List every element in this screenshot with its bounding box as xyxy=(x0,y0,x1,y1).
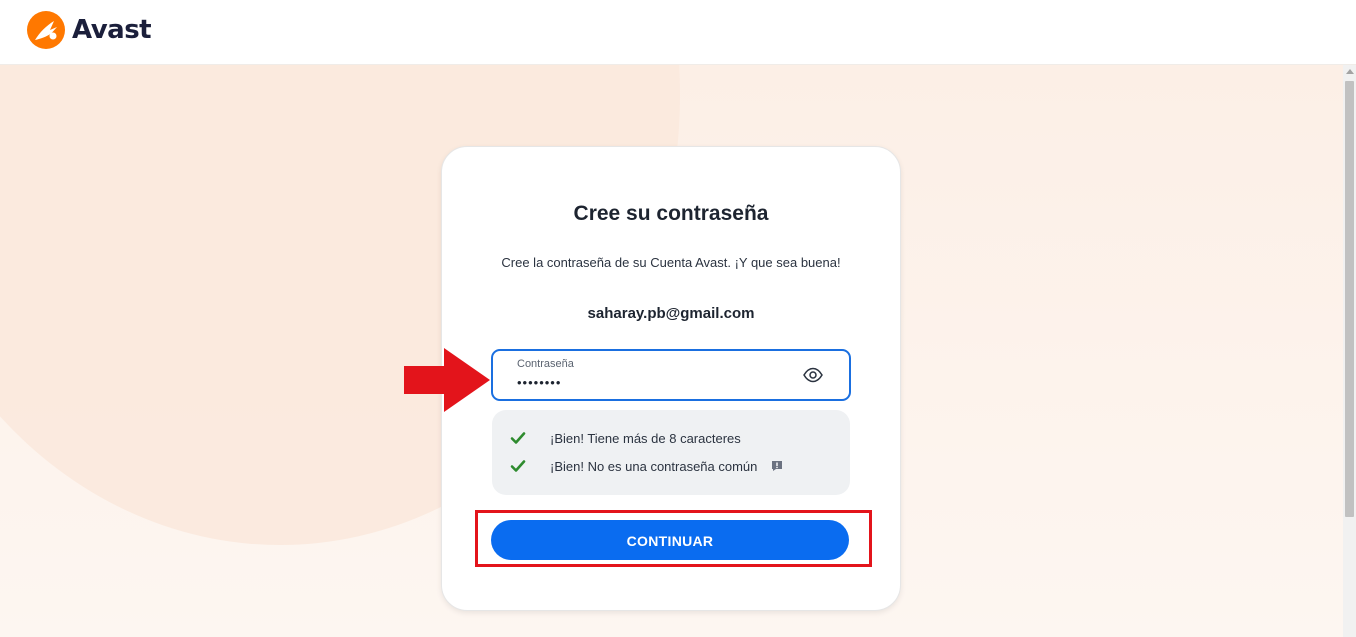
scrollbar-thumb[interactable] xyxy=(1345,81,1354,517)
brand-name: Avast xyxy=(72,15,152,45)
password-input[interactable]: •••••••• xyxy=(517,375,561,390)
password-field[interactable]: Contraseña •••••••• xyxy=(491,349,851,401)
eye-icon[interactable] xyxy=(803,367,823,383)
requirement-common-text: ¡Bien! No es una contraseña común xyxy=(550,458,758,474)
account-email: saharay.pb@gmail.com xyxy=(587,305,755,322)
page-title: Cree su contraseña xyxy=(573,202,769,225)
password-requirements: ¡Bien! Tiene más de 8 caracteres ¡Bien! … xyxy=(492,410,850,495)
check-icon xyxy=(510,432,526,444)
page-scrollbar[interactable] xyxy=(1343,65,1356,637)
requirement-common: ¡Bien! No es una contraseña común xyxy=(510,456,783,476)
requirement-length-text: ¡Bien! Tiene más de 8 caracteres xyxy=(550,430,741,446)
top-bar: Avast xyxy=(0,0,1356,65)
red-arrow-icon xyxy=(404,348,490,412)
check-icon xyxy=(510,460,526,472)
scroll-up-arrow-icon[interactable] xyxy=(1346,69,1354,74)
avast-logo-icon xyxy=(27,11,65,49)
info-icon[interactable] xyxy=(771,460,783,472)
avast-logo[interactable]: Avast xyxy=(26,10,152,50)
requirement-length: ¡Bien! Tiene más de 8 caracteres xyxy=(510,428,741,448)
password-label: Contraseña xyxy=(517,358,574,370)
continue-button[interactable]: CONTINUAR xyxy=(491,520,849,560)
page-subtitle: Cree la contraseña de su Cuenta Avast. ¡… xyxy=(501,255,841,270)
